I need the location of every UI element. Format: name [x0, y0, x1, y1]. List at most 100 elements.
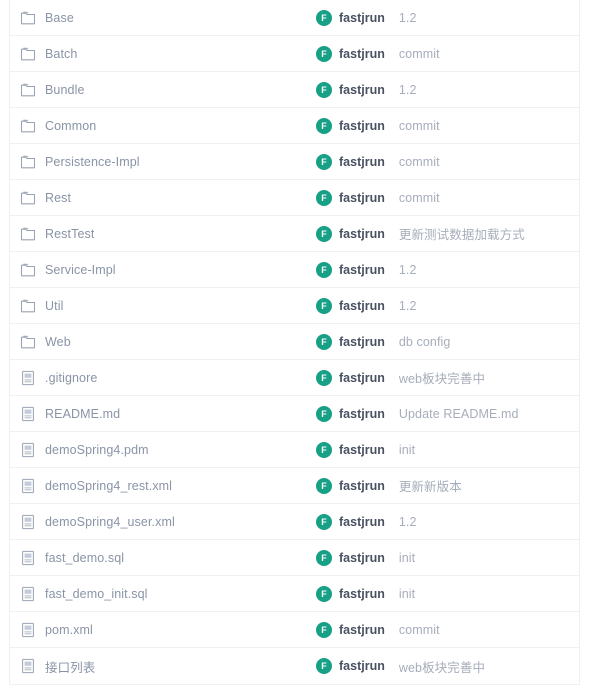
user-avatar[interactable]: F — [316, 189, 332, 206]
file-row[interactable]: .gitignore Ffastjrun web板块完善中 — [10, 360, 579, 396]
entry-name-link[interactable]: fast_demo.sql — [45, 551, 124, 565]
commit-author-link[interactable]: fastjrun — [339, 299, 385, 313]
commit-author-link[interactable]: fastjrun — [339, 659, 385, 673]
commit-author-link[interactable]: fastjrun — [339, 155, 385, 169]
user-avatar[interactable]: F — [316, 153, 332, 170]
commit-author-link[interactable]: fastjrun — [339, 515, 385, 529]
entry-name-link[interactable]: Service-Impl — [45, 263, 116, 277]
commit-message-link[interactable]: init — [399, 551, 415, 565]
commit-message-link[interactable]: commit — [399, 47, 440, 61]
user-avatar[interactable]: F — [316, 81, 332, 98]
file-row[interactable]: Base Ffastjrun 1.2 — [10, 0, 579, 36]
entry-name-link[interactable]: Base — [45, 11, 74, 25]
commit-author-link[interactable]: fastjrun — [339, 623, 385, 637]
entry-name-link[interactable]: fast_demo_init.sql — [45, 587, 148, 601]
entry-name-link[interactable]: Batch — [45, 47, 77, 61]
file-row[interactable]: demoSpring4_user.xml Ffastjrun 1.2 — [10, 504, 579, 540]
commit-message-link[interactable]: 更新测试数据加载方式 — [399, 224, 525, 243]
commit-author-link[interactable]: fastjrun — [339, 119, 385, 133]
commit-message-link[interactable]: web板块完善中 — [399, 368, 485, 387]
commit-message-link[interactable]: commit — [399, 155, 440, 169]
user-avatar[interactable]: F — [316, 9, 332, 26]
file-row[interactable]: Util Ffastjrun 1.2 — [10, 288, 579, 324]
file-row[interactable]: Batch Ffastjrun commit — [10, 36, 579, 72]
commit-message-link[interactable]: 1.2 — [399, 11, 417, 25]
file-row[interactable]: Rest Ffastjrun commit — [10, 180, 579, 216]
file-row[interactable]: Web Ffastjrun db config — [10, 324, 579, 360]
file-row[interactable]: Service-Impl Ffastjrun 1.2 — [10, 252, 579, 288]
entry-name-link[interactable]: demoSpring4_rest.xml — [45, 479, 172, 493]
commit-message-link[interactable]: Update README.md — [399, 407, 519, 421]
file-row[interactable]: Persistence-Impl Ffastjrun commit — [10, 144, 579, 180]
commit-author-link[interactable]: fastjrun — [339, 263, 385, 277]
commit-message-link[interactable]: commit — [399, 191, 440, 205]
file-row[interactable]: README.md Ffastjrun Update README.md — [10, 396, 579, 432]
entry-name-link[interactable]: 接口列表 — [45, 657, 95, 676]
commit-message-link[interactable]: web板块完善中 — [399, 657, 485, 676]
commit-author-link[interactable]: fastjrun — [339, 47, 385, 61]
entry-name-link[interactable]: Common — [45, 119, 96, 133]
commit-message-link[interactable]: db config — [399, 335, 451, 349]
commit-author-link[interactable]: fastjrun — [339, 551, 385, 565]
entry-name-link[interactable]: demoSpring4.pdm — [45, 443, 149, 457]
commit-message-link[interactable]: 1.2 — [399, 83, 417, 97]
commit-message-link[interactable]: 1.2 — [399, 263, 417, 277]
user-avatar[interactable]: F — [316, 513, 332, 530]
user-avatar[interactable]: F — [316, 369, 332, 386]
commit-author-link[interactable]: fastjrun — [339, 479, 385, 493]
entry-name-link[interactable]: README.md — [45, 407, 120, 421]
user-avatar[interactable]: F — [316, 658, 332, 674]
commit-author-link[interactable]: fastjrun — [339, 83, 385, 97]
user-avatar[interactable]: F — [316, 405, 332, 422]
entry-name-link[interactable]: Persistence-Impl — [45, 155, 140, 169]
folder-icon — [20, 262, 36, 278]
file-row[interactable]: Bundle Ffastjrun 1.2 — [10, 72, 579, 108]
commit-author-link[interactable]: fastjrun — [339, 227, 385, 241]
file-row[interactable]: Common Ffastjrun commit — [10, 108, 579, 144]
commit-author-link[interactable]: fastjrun — [339, 371, 385, 385]
entry-name-link[interactable]: Util — [45, 299, 63, 313]
commit-cell: Ffastjrun commit — [316, 117, 579, 134]
entry-name-cell: Rest — [20, 190, 316, 206]
commit-message-link[interactable]: init — [399, 587, 415, 601]
file-row[interactable]: demoSpring4_rest.xml Ffastjrun 更新新版本 — [10, 468, 579, 504]
user-avatar[interactable]: F — [316, 297, 332, 314]
user-avatar[interactable]: F — [316, 585, 332, 602]
file-row[interactable]: demoSpring4.pdm Ffastjrun init — [10, 432, 579, 468]
commit-author-link[interactable]: fastjrun — [339, 11, 385, 25]
entry-name-link[interactable]: Web — [45, 335, 71, 349]
file-row[interactable]: pom.xml Ffastjrun commit — [10, 612, 579, 648]
commit-message-link[interactable]: 1.2 — [399, 299, 417, 313]
file-row[interactable]: fast_demo.sql Ffastjrun init — [10, 540, 579, 576]
file-row[interactable]: RestTest Ffastjrun 更新测试数据加载方式 — [10, 216, 579, 252]
commit-author-link[interactable]: fastjrun — [339, 191, 385, 205]
file-row[interactable]: fast_demo_init.sql Ffastjrun init — [10, 576, 579, 612]
commit-message-link[interactable]: commit — [399, 623, 440, 637]
commit-message-link[interactable]: 更新新版本 — [399, 476, 462, 495]
commit-cell: Ffastjrun 1.2 — [316, 81, 579, 98]
user-avatar[interactable]: F — [316, 477, 332, 494]
user-avatar[interactable]: F — [316, 333, 332, 350]
commit-message-link[interactable]: 1.2 — [399, 515, 417, 529]
commit-author-link[interactable]: fastjrun — [339, 587, 385, 601]
commit-message-link[interactable]: commit — [399, 119, 440, 133]
entry-name-link[interactable]: pom.xml — [45, 623, 93, 637]
entry-name-link[interactable]: Rest — [45, 191, 71, 205]
commit-author-link[interactable]: fastjrun — [339, 335, 385, 349]
entry-name-link[interactable]: demoSpring4_user.xml — [45, 515, 175, 529]
entry-name-link[interactable]: Bundle — [45, 83, 85, 97]
file-icon — [20, 622, 36, 638]
file-row[interactable]: 接口列表 Ffastjrun web板块完善中 — [10, 648, 579, 684]
user-avatar[interactable]: F — [316, 45, 332, 62]
commit-message-link[interactable]: init — [399, 443, 415, 457]
commit-author-link[interactable]: fastjrun — [339, 443, 385, 457]
user-avatar[interactable]: F — [316, 117, 332, 134]
entry-name-link[interactable]: RestTest — [45, 227, 94, 241]
user-avatar[interactable]: F — [316, 441, 332, 458]
user-avatar[interactable]: F — [316, 549, 332, 566]
user-avatar[interactable]: F — [316, 225, 332, 242]
user-avatar[interactable]: F — [316, 621, 332, 638]
commit-author-link[interactable]: fastjrun — [339, 407, 385, 421]
user-avatar[interactable]: F — [316, 261, 332, 278]
entry-name-link[interactable]: .gitignore — [45, 371, 97, 385]
